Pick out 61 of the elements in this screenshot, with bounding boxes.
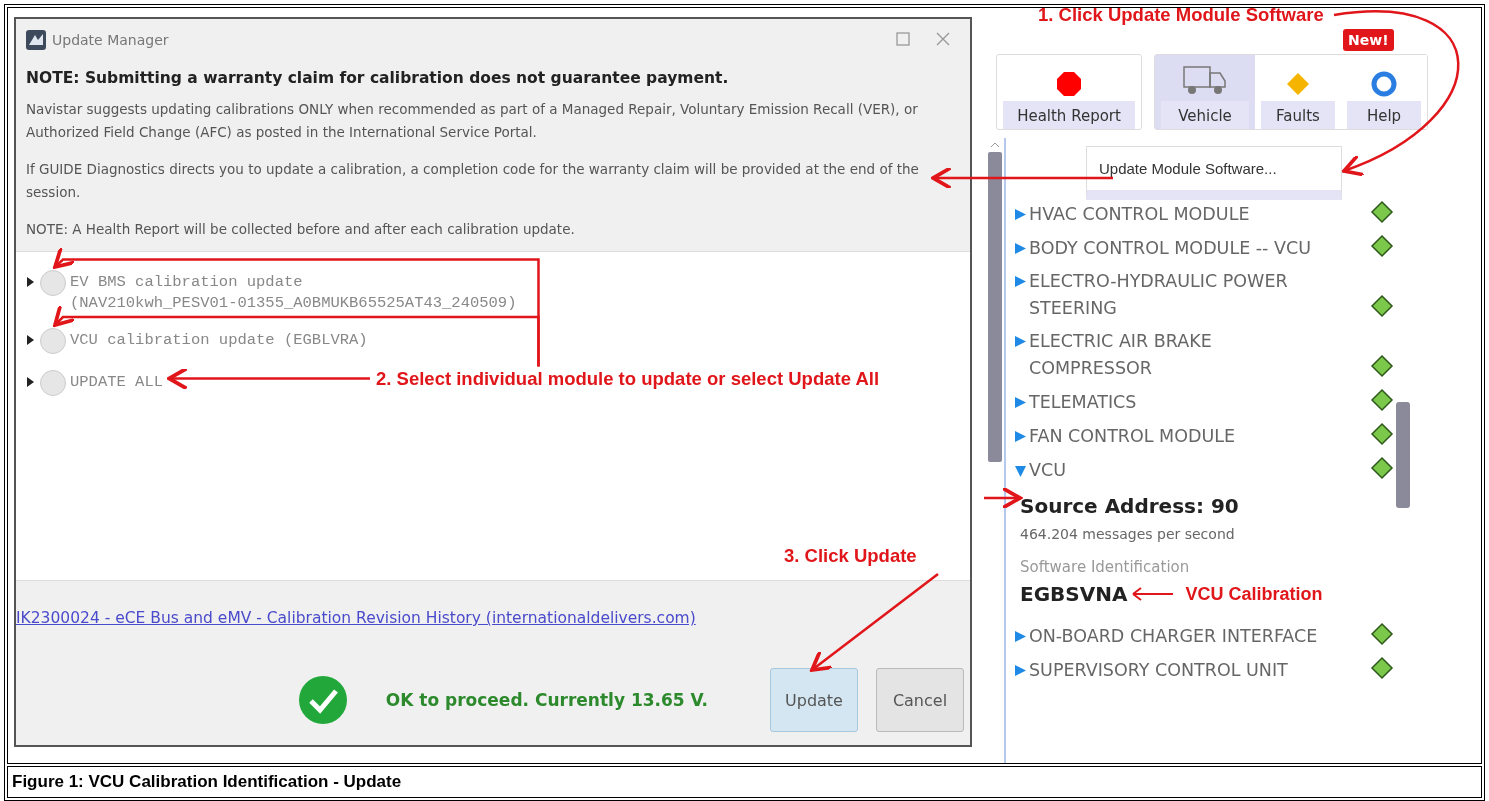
window-title: Update Manager [52, 32, 170, 48]
option-label: VCU calibration update (EGBLVRA) [70, 331, 368, 349]
radio-button[interactable] [40, 328, 66, 354]
status-diamond-icon [1370, 234, 1394, 258]
message-rate: 464.204 messages per second [1020, 526, 1236, 542]
maximize-icon [896, 31, 910, 46]
field-label: Software Identification [1020, 558, 1191, 576]
module-item[interactable]: BODY CONTROL MODULE -- VCU [1014, 235, 1364, 262]
scroll-thumb[interactable] [988, 152, 1002, 462]
module-item[interactable]: SUPERVISORY CONTROL UNIT [1014, 657, 1364, 684]
figure-caption: Figure 1: VCU Calibration Identification - Update [7, 766, 1482, 798]
menu-item[interactable]: Update Module Software... [1086, 146, 1342, 200]
status-diamond-icon [1370, 622, 1394, 646]
scroll-thumb[interactable] [1396, 402, 1410, 508]
status-diamond-icon [1370, 354, 1394, 378]
status-diamond-icon [1370, 656, 1394, 680]
note-heading: NOTE: Submitting a warranty claim for calibration does not guarantee payment. [26, 68, 730, 89]
module-item[interactable]: HVAC CONTROL MODULE [1014, 201, 1364, 228]
module-item[interactable]: TELEMATICS [1014, 389, 1364, 416]
truck-icon [1182, 63, 1228, 97]
tab[interactable]: Vehicle [1155, 55, 1255, 129]
close-icon [936, 31, 950, 46]
option-label: UPDATE ALL [70, 373, 163, 391]
status-message: OK to proceed. Currently 13.65 V. [385, 690, 708, 710]
status-diamond-icon [1370, 422, 1394, 446]
annotation-arrow [984, 486, 1022, 510]
app-icon [26, 30, 46, 50]
module-item[interactable]: ELECTRO-HYDRAULIC POWER STEERING [1014, 268, 1364, 322]
annotation-text: VCU Calibration [1185, 583, 1323, 605]
document-link[interactable]: IK2300024 - eCE Bus and eMV - Calibration Revision History (internationaldelivers.com) [16, 609, 696, 627]
ring-icon [1371, 71, 1397, 97]
scroll-up-icon[interactable] [990, 142, 1000, 148]
annotation-text: 3. Click Update [784, 545, 917, 567]
update-button[interactable]: Update [770, 668, 858, 732]
note-paragraph: Navistar suggests updating calibrations ONLY when recommended as part of a Managed Repair, Voluntary Emission Recall (VER), or Authorized Field Change (AFC) as posted in the International Service Portal. [26, 100, 919, 142]
software-id: EGBSVNA [1020, 582, 1128, 606]
note-paragraph: NOTE: A Health Report will be collected before and after each calibration update. [26, 220, 576, 239]
scrollbar[interactable] [986, 138, 1006, 763]
new-badge: New! [1343, 29, 1394, 51]
note-paragraph: If GUIDE Diagnostics directs you to update a calibration, a completion code for the warranty claim will be provided at the end of the session. [26, 160, 920, 202]
annotation-text: 1. Click Update Module Software [1038, 4, 1324, 26]
module-item[interactable]: VCU [1014, 457, 1364, 484]
status-diamond-icon [1370, 200, 1394, 224]
tab[interactable]: Health Report [996, 54, 1142, 130]
checkmark-icon [297, 675, 348, 725]
radio-button[interactable] [40, 270, 66, 296]
annotation-text: 2. Select individual module to update or select Update All [376, 367, 880, 390]
option-label: EV BMS calibration update [70, 273, 304, 291]
annotation-arrow [1131, 587, 1176, 601]
source-address: Source Address: 90 [1020, 494, 1240, 518]
status-diamond-icon [1370, 388, 1394, 412]
cancel-button[interactable]: Cancel [876, 668, 964, 732]
radio-button[interactable] [40, 370, 66, 396]
diamond-icon [1285, 71, 1311, 97]
module-item[interactable]: ON-BOARD CHARGER INTERFACE [1014, 623, 1364, 650]
option-detail: (NAV210kwh_PESV01-01355_A0BMUKB65525AT43_240509) [70, 294, 517, 312]
module-item[interactable]: FAN CONTROL MODULE [1014, 423, 1364, 450]
status-diamond-icon [1370, 456, 1394, 480]
status-diamond-icon [1370, 294, 1394, 318]
module-item[interactable]: ELECTRIC AIR BRAKE COMPRESSOR [1014, 328, 1364, 382]
stop-icon [1056, 71, 1082, 97]
